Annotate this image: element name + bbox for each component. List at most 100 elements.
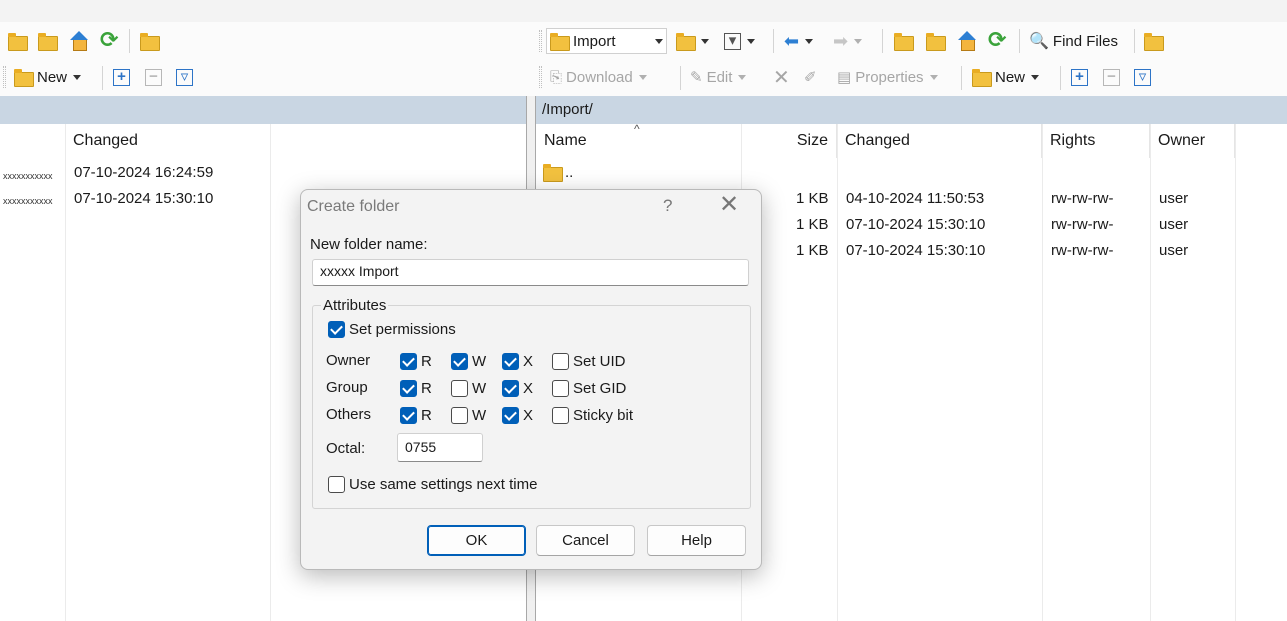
edit-label: Edit: [706, 68, 733, 86]
ok-button[interactable]: OK: [427, 525, 526, 556]
perm-x-label: X: [523, 407, 534, 424]
set-gid-checkbox[interactable]: Set GID: [552, 380, 626, 397]
chevron-down-icon: [1031, 74, 1040, 80]
toolbar-separator: [1060, 66, 1061, 90]
set-uid-checkbox[interactable]: Set UID: [552, 353, 626, 370]
right-row-2-owner: user: [1159, 216, 1189, 233]
plus-icon: +: [1071, 68, 1088, 86]
group-exec-checkbox[interactable]: X: [502, 380, 533, 397]
checkbox-unchecked-icon: [552, 380, 569, 397]
help-button[interactable]: Help: [647, 525, 746, 556]
left-row-1-name[interactable]: xxxxxxxxxxx: [3, 171, 53, 181]
owner-exec-checkbox[interactable]: X: [502, 353, 533, 370]
column-divider: [1042, 124, 1043, 621]
right-col-name[interactable]: Name ^: [536, 122, 742, 158]
right-row-1-changed: 04-10-2024 11:50:53: [846, 190, 985, 207]
column-divider: [1235, 124, 1236, 621]
refresh-button[interactable]: ⟳: [97, 27, 121, 53]
right-refresh-button[interactable]: ⟳: [985, 27, 1009, 53]
dialog-help-icon[interactable]: ?: [663, 196, 672, 216]
right-row-1-size: 1 KB: [796, 190, 829, 207]
tree-button[interactable]: [136, 28, 162, 54]
filter-button[interactable]: ▾: [721, 28, 758, 54]
root-dir-button[interactable]: [34, 28, 60, 54]
edit-button[interactable]: ✎ Edit: [687, 64, 749, 90]
delete-button[interactable]: ✕: [770, 64, 793, 90]
rename-button[interactable]: ✐: [801, 64, 820, 90]
others-exec-checkbox[interactable]: X: [502, 407, 533, 424]
right-col-changed[interactable]: Changed: [837, 124, 1042, 158]
folder-name-input[interactable]: xxxxx Import: [312, 259, 749, 286]
select-button[interactable]: +: [110, 64, 133, 90]
parent-folder-icon: [7, 31, 28, 51]
group-write-checkbox[interactable]: W: [451, 380, 486, 397]
left-new-button[interactable]: New: [10, 64, 84, 90]
folder-icon: [549, 31, 570, 51]
right-tree-button[interactable]: [1140, 28, 1166, 54]
parent-dir-row[interactable]: ..: [542, 162, 573, 182]
right-panel-path[interactable]: /Import/: [536, 96, 1287, 124]
open-dir-button[interactable]: [672, 28, 712, 54]
right-col-size[interactable]: Size: [741, 124, 837, 158]
folder-name-label: New folder name:: [310, 236, 428, 253]
checkbox-unchecked-icon: [552, 353, 569, 370]
right-root-dir-button[interactable]: [922, 28, 948, 54]
forward-button[interactable]: ➡: [830, 28, 865, 54]
home-icon: [957, 31, 977, 51]
column-divider: [837, 124, 838, 621]
toolbar-separator: [680, 66, 681, 90]
cancel-button[interactable]: Cancel: [536, 525, 635, 556]
group-read-checkbox[interactable]: R: [400, 380, 432, 397]
right-filter-select-button[interactable]: ▿: [1131, 64, 1154, 90]
properties-button[interactable]: ▤ Properties: [834, 64, 941, 90]
use-same-settings-checkbox[interactable]: Use same settings next time: [328, 476, 537, 493]
back-button[interactable]: ⬅: [781, 28, 816, 54]
set-uid-label: Set UID: [573, 353, 626, 370]
owner-write-checkbox[interactable]: W: [451, 353, 486, 370]
checkbox-checked-icon: [400, 380, 417, 397]
toolbar-separator: [773, 29, 774, 53]
right-select-button[interactable]: +: [1068, 64, 1091, 90]
right-col-rights[interactable]: Rights: [1042, 124, 1150, 158]
chevron-down-icon: [655, 38, 663, 44]
parent-dir-button[interactable]: [4, 28, 30, 54]
set-permissions-label: Set permissions: [349, 321, 456, 338]
right-new-button[interactable]: New: [968, 64, 1042, 90]
properties-label: Properties: [855, 68, 924, 86]
right-unselect-button[interactable]: −: [1100, 64, 1123, 90]
chevron-down-icon: [805, 38, 814, 44]
close-icon[interactable]: ✕: [719, 192, 739, 218]
left-row-2-name[interactable]: xxxxxxxxxxx: [3, 196, 53, 206]
others-write-checkbox[interactable]: W: [451, 407, 486, 424]
checkbox-checked-icon: [400, 407, 417, 424]
sticky-bit-checkbox[interactable]: Sticky bit: [552, 407, 633, 424]
right-parent-dir-button[interactable]: [890, 28, 916, 54]
find-files-icon: 🔍: [1029, 33, 1049, 50]
location-dropdown[interactable]: Import: [546, 28, 667, 54]
others-read-checkbox[interactable]: R: [400, 407, 432, 424]
toolbar-separator: [1134, 29, 1135, 53]
filter-select-button[interactable]: ▿: [173, 64, 196, 90]
refresh-icon: ⟳: [100, 27, 119, 52]
find-files-button[interactable]: 🔍 Find Files: [1026, 28, 1121, 54]
checkbox-checked-icon: [502, 407, 519, 424]
right-col-owner[interactable]: Owner: [1150, 124, 1235, 158]
owner-read-checkbox[interactable]: R: [400, 353, 432, 370]
perm-w-label: W: [472, 407, 487, 424]
right-row-3-rights: rw-rw-rw-: [1051, 242, 1114, 259]
download-button[interactable]: ⎘ Download: [547, 64, 650, 90]
forward-arrow-icon: ➡: [833, 31, 849, 51]
set-permissions-checkbox[interactable]: Set permissions: [328, 321, 456, 338]
home-button[interactable]: [66, 28, 92, 54]
octal-label: Octal:: [326, 440, 366, 457]
checkbox-unchecked-icon: [451, 380, 468, 397]
filter-icon: ▿: [1134, 68, 1151, 86]
octal-input[interactable]: 0755: [397, 433, 483, 462]
checkbox-checked-icon: [328, 321, 345, 338]
right-row-2-changed: 07-10-2024 15:30:10: [846, 216, 986, 233]
right-home-button[interactable]: [954, 28, 980, 54]
download-label: Download: [566, 68, 633, 86]
left-col-changed[interactable]: Changed: [65, 124, 271, 158]
col-name-label: Name: [544, 132, 587, 149]
unselect-button[interactable]: −: [142, 64, 165, 90]
